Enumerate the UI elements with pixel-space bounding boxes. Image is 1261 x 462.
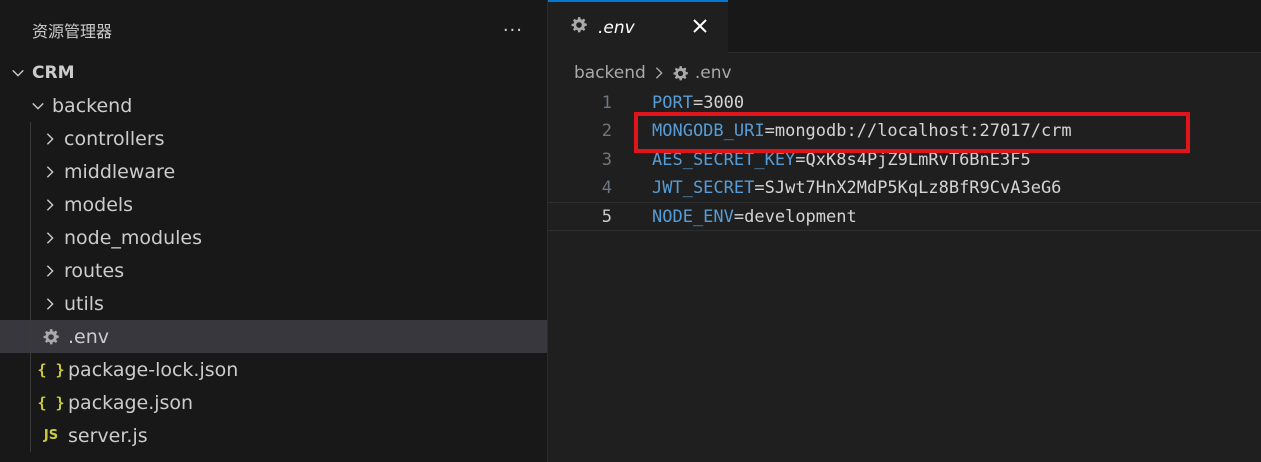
chevron-right-icon (40, 231, 60, 245)
tree-item-package-json[interactable]: { } package.json (0, 386, 547, 419)
code-line[interactable]: 3 AES_SECRET_KEY=QxK8s4PjZ9LmRvT6BnE3F5 (548, 145, 1261, 174)
chevron-down-icon (28, 99, 48, 113)
tree-item-crm[interactable]: CRM (0, 56, 547, 89)
code-text: MONGODB_URI=mongodb://localhost:27017/cr… (652, 121, 1072, 141)
tree-item-models[interactable]: models (0, 188, 547, 221)
code-line[interactable]: 5 NODE_ENV=development (548, 202, 1261, 231)
code-text: PORT=3000 (652, 93, 744, 113)
env-equals: = (754, 178, 765, 198)
code-editor[interactable]: 1 PORT=3000 2 MONGODB_URI=mongodb://localho… (548, 88, 1261, 462)
indent-guide (30, 419, 31, 452)
json-file-icon: { } (37, 393, 65, 412)
chevron-right-icon (40, 264, 60, 278)
env-key: MONGODB_URI (652, 121, 765, 141)
code-line[interactable]: 1 PORT=3000 (548, 88, 1261, 117)
env-key: PORT (652, 92, 693, 113)
tree-item-label: controllers (64, 127, 165, 150)
env-equals: = (692, 92, 704, 113)
indent-guide (30, 353, 31, 386)
tree-item-label: backend (52, 94, 133, 117)
indent-guide (30, 287, 31, 320)
indent-guide (30, 221, 31, 254)
indent-guide (30, 188, 31, 221)
line-number: 1 (601, 92, 612, 113)
breadcrumb-file[interactable]: .env (695, 63, 732, 83)
tree-item-label: package.json (68, 391, 194, 414)
tree-item-label: utils (64, 292, 104, 315)
breadcrumb-folder[interactable]: backend (574, 63, 646, 83)
more-actions-icon[interactable]: ··· (503, 20, 523, 41)
tree-item-backend[interactable]: backend (0, 89, 547, 122)
code-line[interactable]: 2 MONGODB_URI=mongodb://localhost:27017/c… (548, 117, 1261, 146)
indent-guide (30, 122, 31, 155)
explorer-sidebar: 资源管理器 ··· CRM backend controllers middlewar… (0, 0, 548, 462)
line-number: 2 (601, 121, 612, 141)
indent-guide (30, 320, 31, 353)
line-number: 3 (601, 149, 612, 170)
code-text: JWT_SECRET=SJwt7HnX2MdP5KqLz8BfR9CvA3eG6 (652, 178, 1061, 198)
line-number: 5 (601, 206, 612, 227)
tree-item-env[interactable]: .env (0, 320, 547, 353)
tab-env[interactable]: .env (548, 0, 728, 53)
chevron-right-icon (652, 66, 666, 80)
tab-bar: .env (548, 0, 1261, 53)
chevron-down-icon (8, 66, 28, 80)
indent-guide (30, 155, 31, 188)
tree-item-label: CRM (32, 62, 75, 83)
env-value: QxK8s4PjZ9LmRvT6BnE3F5 (805, 149, 1031, 170)
env-value: 3000 (703, 92, 745, 113)
env-key: NODE_ENV (652, 206, 734, 227)
tree-item-server-js[interactable]: JS server.js (0, 419, 547, 452)
explorer-header: 资源管理器 ··· (0, 0, 547, 60)
gear-icon (672, 65, 689, 82)
chevron-right-icon (40, 132, 60, 146)
code-text: AES_SECRET_KEY=QxK8s4PjZ9LmRvT6BnE3F5 (652, 150, 1031, 170)
env-value: mongodb://localhost:27017/crm (774, 121, 1072, 141)
gear-icon (40, 328, 62, 346)
explorer-title: 资源管理器 (32, 22, 113, 41)
chevron-right-icon (40, 198, 60, 212)
chevron-right-icon (40, 165, 60, 179)
env-value: development (744, 206, 857, 227)
tree-item-label: server.js (68, 424, 148, 447)
env-key: AES_SECRET_KEY (652, 149, 796, 170)
tree-item-controllers[interactable]: controllers (0, 122, 547, 155)
tree-item-label: models (64, 193, 134, 216)
tree-item-middleware[interactable]: middleware (0, 155, 547, 188)
code-line[interactable]: 4 JWT_SECRET=SJwt7HnX2MdP5KqLz8BfR9CvA3eG… (548, 174, 1261, 203)
env-value: SJwt7HnX2MdP5KqLz8BfR9CvA3eG6 (764, 178, 1062, 198)
tree-item-label: node_modules (64, 226, 203, 249)
tree-item-label: .env (68, 325, 110, 348)
env-equals: = (795, 149, 806, 170)
tree-item-routes[interactable]: routes (0, 254, 547, 287)
chevron-right-icon (40, 297, 60, 311)
env-equals: = (733, 206, 745, 227)
tree-item-label: package-lock.json (68, 358, 239, 381)
env-equals: = (764, 121, 775, 141)
indent-guide (30, 254, 31, 287)
line-number: 4 (601, 178, 612, 198)
tree-item-node-modules[interactable]: node_modules (0, 221, 547, 254)
tab-label: .env (598, 17, 635, 38)
tree-item-utils[interactable]: utils (0, 287, 547, 320)
tree-item-label: routes (64, 259, 125, 282)
env-key: JWT_SECRET (652, 178, 755, 198)
tree-item-label: middleware (64, 160, 176, 183)
close-icon[interactable] (688, 14, 712, 38)
tree-item-package-lock-json[interactable]: { } package-lock.json (0, 353, 547, 386)
code-text: NODE_ENV=development (652, 207, 857, 227)
gear-icon (570, 16, 588, 39)
json-file-icon: { } (37, 360, 65, 379)
js-file-icon: JS (43, 428, 59, 443)
indent-guide (30, 386, 31, 419)
breadcrumb: backend .env (574, 60, 732, 86)
editor-area: .env backend .env 1 PORT=3000 2 MONGODB_URI… (548, 0, 1261, 462)
